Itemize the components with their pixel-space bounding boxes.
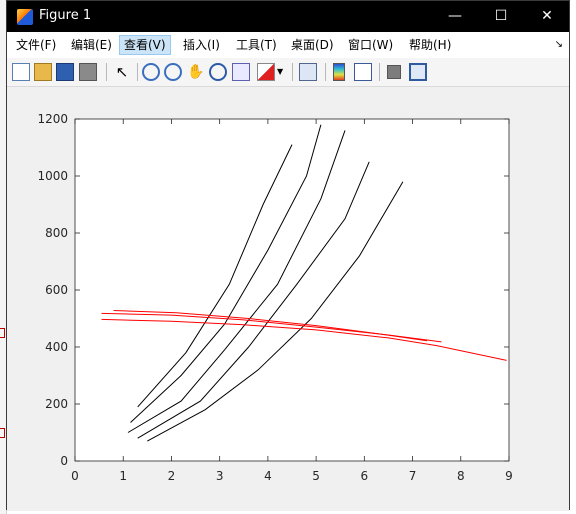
zoom-in-icon[interactable]: [142, 63, 160, 81]
minimize-button[interactable]: —: [432, 1, 478, 32]
y-tick-label: 600: [45, 283, 68, 297]
zoom-out-icon[interactable]: [164, 63, 182, 81]
menu-help[interactable]: 帮助(H): [405, 36, 455, 54]
menu-view[interactable]: 查看(V): [119, 35, 171, 55]
matlab-icon: [17, 9, 33, 25]
toolbar-separator: [106, 63, 107, 81]
title-bar[interactable]: Figure 1 — ☐ ✕: [7, 1, 569, 32]
colorbar-icon[interactable]: [333, 63, 345, 81]
toolbar-separator: [292, 63, 293, 81]
menu-window[interactable]: 窗口(W): [344, 36, 397, 54]
y-tick-label: 0: [60, 454, 68, 468]
menu-desktop[interactable]: 桌面(D): [287, 36, 338, 54]
y-tick-label: 800: [45, 226, 68, 240]
toolbar-separator: [137, 63, 138, 81]
menu-tools[interactable]: 工具(T): [232, 36, 281, 54]
x-tick-label: 9: [505, 469, 513, 483]
x-tick-label: 7: [409, 469, 417, 483]
line-chart[interactable]: 0 1 2 3 4 5 6 7 8 9 0 200 400 600 800 1000 1200: [7, 87, 569, 511]
print-icon[interactable]: [79, 63, 97, 81]
menu-bar: 文件(F) 编辑(E) 查看(V) 插入(I) 工具(T) 桌面(D) 窗口(W…: [7, 32, 569, 59]
x-tick-label: 6: [361, 469, 369, 483]
toolbar: ↖ ✋ ▼: [7, 58, 569, 87]
y-tick-label: 400: [45, 340, 68, 354]
pointer-icon[interactable]: ↖: [113, 63, 131, 81]
hide-plot-tools-icon[interactable]: [387, 65, 401, 79]
show-plot-tools-icon[interactable]: [409, 63, 427, 81]
background-marker: [0, 328, 5, 338]
open-icon[interactable]: [34, 63, 52, 81]
x-tick-label: 4: [264, 469, 272, 483]
close-button[interactable]: ✕: [524, 1, 570, 32]
background-marker: [0, 428, 5, 438]
menu-insert[interactable]: 插入(I): [179, 36, 224, 54]
x-tick-label: 3: [216, 469, 224, 483]
link-plot-icon[interactable]: [299, 63, 317, 81]
legend-icon[interactable]: [354, 63, 372, 81]
menu-file[interactable]: 文件(F): [12, 36, 60, 54]
x-tick-label: 2: [168, 469, 176, 483]
window-title: Figure 1: [39, 8, 92, 23]
rotate-icon[interactable]: [209, 63, 227, 81]
toolbar-separator: [325, 63, 326, 81]
x-tick-label: 8: [457, 469, 465, 483]
maximize-button[interactable]: ☐: [478, 1, 524, 32]
x-tick-label: 1: [119, 469, 127, 483]
y-tick-label: 1200: [37, 112, 68, 126]
new-figure-icon[interactable]: [12, 63, 30, 81]
menu-overflow-icon[interactable]: ↘: [555, 39, 563, 50]
x-tick-label: 5: [312, 469, 320, 483]
x-tick-label: 0: [71, 469, 79, 483]
pan-icon[interactable]: ✋: [187, 63, 205, 81]
menu-edit[interactable]: 编辑(E): [67, 36, 116, 54]
toolbar-separator: [379, 63, 380, 81]
y-tick-label: 1000: [37, 169, 68, 183]
data-cursor-icon[interactable]: [232, 63, 250, 81]
brush-dropdown-icon[interactable]: ▼: [277, 63, 287, 81]
save-icon[interactable]: [56, 63, 74, 81]
figure-window: Figure 1 — ☐ ✕ 文件(F) 编辑(E) 查看(V) 插入(I) 工…: [6, 0, 570, 511]
figure-canvas: 0 1 2 3 4 5 6 7 8 9 0 200 400 600 800 1000 1200: [7, 87, 569, 511]
y-tick-label: 200: [45, 397, 68, 411]
brush-icon[interactable]: [257, 63, 275, 81]
